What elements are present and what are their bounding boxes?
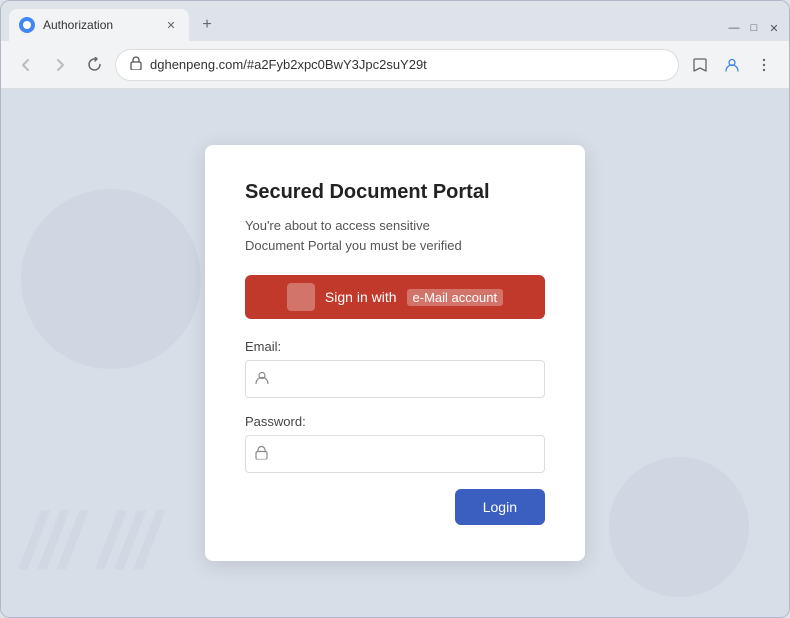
profile-icon[interactable] xyxy=(719,52,745,78)
email-input-wrapper xyxy=(245,360,545,398)
tab-favicon xyxy=(19,17,35,33)
reload-button[interactable] xyxy=(81,52,107,78)
sign-in-brand: e-Mail account xyxy=(407,289,504,306)
sign-in-logo xyxy=(287,283,315,311)
subtitle-line1: You're about to access sensitive xyxy=(245,218,430,233)
address-lock-icon xyxy=(130,56,142,73)
password-input[interactable] xyxy=(245,435,545,473)
tab-close-button[interactable]: ✕ xyxy=(163,17,179,33)
new-tab-button[interactable]: + xyxy=(193,11,221,39)
sign-in-button[interactable]: Sign in with e-Mail account xyxy=(245,275,545,319)
title-bar: Authorization ✕ + — □ ✕ xyxy=(1,1,789,41)
maximize-button[interactable]: □ xyxy=(747,21,761,35)
minimize-button[interactable]: — xyxy=(727,21,741,35)
login-button[interactable]: Login xyxy=(455,489,545,525)
address-bar[interactable]: dghenpeng.com/#a2Fyb2xpc0BwY3Jpc2suY29t xyxy=(115,49,679,81)
tab-title: Authorization xyxy=(43,18,155,32)
sign-in-text: Sign in with xyxy=(325,289,397,305)
subtitle-line2: Document Portal you must be verified xyxy=(245,238,462,253)
card-title: Secured Document Portal xyxy=(245,181,545,204)
card-subtitle: You're about to access sensitive Documen… xyxy=(245,216,545,255)
bg-circle-left xyxy=(21,189,201,369)
password-input-wrapper xyxy=(245,435,545,473)
email-input[interactable] xyxy=(245,360,545,398)
browser-window: Authorization ✕ + — □ ✕ dghenpeng.com/#a… xyxy=(0,0,790,618)
browser-tab[interactable]: Authorization ✕ xyxy=(9,9,189,41)
page-content: /// /// Secured Document Portal You're a… xyxy=(1,89,789,617)
menu-icon[interactable] xyxy=(751,52,777,78)
bg-watermark: /// /// xyxy=(21,495,156,587)
window-controls: — □ ✕ xyxy=(727,21,781,35)
url-text: dghenpeng.com/#a2Fyb2xpc0BwY3Jpc2suY29t xyxy=(150,57,664,72)
email-label: Email: xyxy=(245,339,545,354)
forward-button[interactable] xyxy=(47,52,73,78)
back-button[interactable] xyxy=(13,52,39,78)
login-card: Secured Document Portal You're about to … xyxy=(205,145,585,561)
password-label: Password: xyxy=(245,414,545,429)
email-icon xyxy=(255,371,269,388)
bg-circle-right xyxy=(609,457,749,597)
address-bar-row: dghenpeng.com/#a2Fyb2xpc0BwY3Jpc2suY29t xyxy=(1,41,789,89)
close-button[interactable]: ✕ xyxy=(767,21,781,35)
bookmark-icon[interactable] xyxy=(687,52,713,78)
toolbar-icons xyxy=(687,52,777,78)
lock-icon xyxy=(255,446,268,463)
